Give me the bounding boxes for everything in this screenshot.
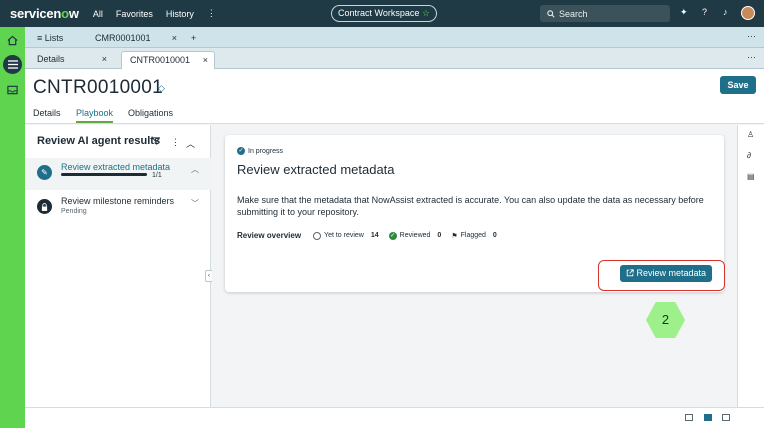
list-icon[interactable] — [3, 55, 22, 74]
bell-icon[interactable]: ♪ — [723, 7, 728, 17]
search-placeholder: Search — [559, 8, 588, 19]
workspace-tabs: ≡ Lists CMR0001001 × + ··· — [25, 27, 764, 48]
panel-title: Review AI agent results — [37, 135, 161, 147]
graduation-cap-icon[interactable]: ♙ — [747, 130, 754, 139]
layout-split-icon[interactable] — [685, 414, 693, 421]
tab-details[interactable]: Details × — [29, 51, 113, 69]
home-icon[interactable] — [3, 31, 22, 50]
layout-full-icon[interactable] — [722, 414, 730, 421]
subtab-playbook[interactable]: Playbook — [76, 108, 114, 123]
status-badge: ✓ In progress — [237, 147, 284, 155]
card-title: Review extracted metadata — [237, 162, 395, 177]
top-navigation-bar: servicenow All Favorites History ⋮ Contr… — [0, 0, 764, 27]
review-overview: Review overview Yet to review 14 ✓ Reviewe… — [237, 231, 507, 240]
star-icon[interactable]: ☆ — [422, 8, 430, 18]
card-description: Make sure that the metadata that NowAssi… — [237, 195, 704, 217]
record-tabs: Details × CNTR0010001 × ··· — [25, 48, 764, 69]
task-status: Pending — [61, 208, 87, 215]
highlight-box — [598, 260, 725, 291]
chevron-up-icon[interactable]: ︿ — [191, 164, 199, 175]
bottom-bar — [25, 407, 764, 428]
document-icon[interactable]: ▤ — [747, 172, 755, 181]
right-rail: ♙ ∂ ▤ — [737, 125, 764, 407]
layout-panel-icon[interactable] — [704, 414, 712, 421]
task-name: Review extracted metadata — [61, 162, 171, 172]
add-tab-button[interactable]: + — [183, 30, 203, 48]
check-icon: ✓ — [237, 147, 245, 155]
chevron-down-icon[interactable]: ﹀ — [191, 198, 199, 209]
flagged: ⚑ Flagged 0 — [451, 232, 497, 240]
lists-tab[interactable]: ≡ Lists — [29, 30, 89, 48]
subtab-obligations[interactable]: Obligations — [128, 108, 173, 118]
overview-label: Review overview — [237, 231, 302, 240]
help-icon[interactable]: ? — [702, 7, 707, 17]
playbook-panel: Review AI agent results ⋮ ︿ ✎ Review ext… — [25, 125, 211, 407]
more-options-icon[interactable]: ··· — [747, 52, 756, 62]
subtab-details[interactable]: Details — [33, 108, 61, 118]
lock-icon — [37, 199, 52, 214]
avatar[interactable] — [741, 6, 755, 20]
check-icon: ✓ — [388, 231, 397, 240]
close-icon[interactable]: × — [172, 30, 177, 46]
task-review-extracted-metadata[interactable]: ✎ Review extracted metadata 1/1 ︿ — [25, 158, 211, 190]
close-icon[interactable]: × — [203, 52, 208, 68]
task-count: 1/1 — [152, 172, 162, 179]
flag-icon: ⚑ — [451, 232, 458, 240]
task-progress — [61, 173, 147, 176]
filter-icon[interactable] — [151, 137, 161, 147]
record-header: CNTR0010001 ◇ Save Details Playbook Obli… — [25, 69, 764, 124]
inbox-icon[interactable] — [3, 80, 22, 99]
servicenow-logo[interactable]: servicenow — [10, 6, 79, 21]
nav-history[interactable]: History — [166, 9, 194, 19]
search-input[interactable]: Search — [540, 5, 670, 22]
tag-icon[interactable]: ◇ — [158, 83, 165, 94]
nav-favorites[interactable]: Favorites — [116, 9, 153, 19]
search-icon — [547, 9, 555, 18]
reviewed: ✓ Reviewed 0 — [388, 231, 442, 240]
circle-icon — [313, 231, 322, 240]
task-name: Review milestone reminders — [61, 196, 175, 206]
paperclip-icon[interactable]: ∂ — [747, 151, 751, 160]
left-rail — [0, 27, 25, 428]
main-nav: All Favorites History ⋮ — [93, 8, 216, 19]
tab-cntr0010001[interactable]: CNTR0010001 × — [121, 51, 215, 69]
tab-cmr0001001[interactable]: CMR0001001 × — [87, 30, 183, 48]
task-review-milestone-reminders[interactable]: Review milestone reminders Pending ﹀ — [25, 192, 211, 224]
save-button[interactable]: Save — [720, 76, 756, 94]
workspace-pill[interactable]: Contract Workspace ☆ — [331, 5, 437, 22]
more-vertical-icon[interactable]: ⋮ — [171, 137, 180, 148]
sparkle-icon[interactable]: ✦ — [680, 7, 688, 18]
more-menu-icon[interactable]: ⋮ — [207, 8, 216, 19]
edit-icon: ✎ — [37, 165, 52, 180]
more-options-icon[interactable]: ··· — [747, 31, 756, 41]
chevron-up-icon[interactable]: ︿ — [186, 137, 195, 150]
close-icon[interactable]: × — [102, 51, 107, 67]
page-title: CNTR0010001 — [33, 77, 164, 98]
yet-to-review: Yet to review 14 — [313, 231, 379, 240]
nav-all[interactable]: All — [93, 9, 103, 19]
